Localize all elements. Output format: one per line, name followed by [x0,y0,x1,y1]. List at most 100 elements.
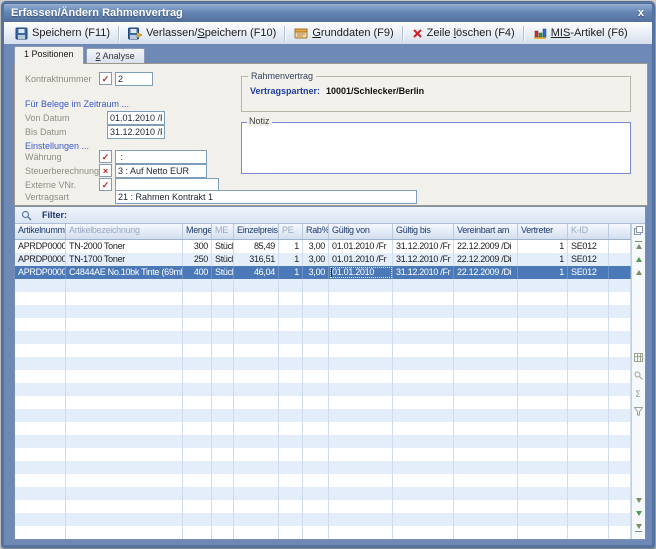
close-icon[interactable]: x [638,4,644,22]
grid-cell[interactable]: 31.12.2010 /Fr [393,253,454,266]
column-header-Gültig bis[interactable]: Gültig bis [393,224,454,239]
grid-cell[interactable]: 85,49 [234,240,279,253]
grid-cell[interactable]: Stück [212,253,234,266]
column-header-Artikelnummer[interactable]: Artikelnummer [15,224,66,239]
grid-cell[interactable] [609,240,631,253]
grid-cell [15,422,66,435]
column-header-Artikelbezeichnung[interactable]: Artikelbezeichnung [66,224,183,239]
grid-cell [303,292,329,305]
waehrung-input[interactable] [115,150,207,164]
layout-icon[interactable] [633,225,644,236]
vertragspartner-value: 10001/Schlecker/Berlin [326,86,424,96]
grid-cell [393,448,454,461]
column-header-Vertreter[interactable]: Vertreter [518,224,568,239]
grid-cell[interactable]: 3,00 [303,266,329,279]
search-icon[interactable] [21,210,32,221]
filter-funnel-icon[interactable] [633,406,644,417]
grid-cell [393,474,454,487]
grid-cell[interactable]: 1 [518,253,568,266]
grid-cell[interactable]: 1 [279,253,303,266]
grid-cell [568,279,609,292]
column-header-Menge[interactable]: Menge [183,224,212,239]
kontraktnummer-edit-check-icon[interactable]: ✓ [99,72,112,85]
grid-cell[interactable]: Stück [212,266,234,279]
steuerberechnung-input[interactable] [115,164,207,178]
externe-vnr-edit-check-icon[interactable]: ✓ [99,178,112,191]
save-and-exit-button[interactable]: Verlassen/Speichern (F10) [121,23,283,43]
mis-article-button[interactable]: MIS-Artikel (F6) [526,23,635,43]
grid-cell [15,318,66,331]
grid-cell[interactable]: 31.12.2010 /Fr [393,240,454,253]
grid-cell[interactable]: SE012 [568,253,609,266]
column-select-icon[interactable] [633,352,644,363]
column-header-Einzelpreis[interactable]: Einzelpreis [234,224,279,239]
grid-cell[interactable] [609,253,631,266]
grid-cell[interactable]: 01.01.2010 /Fr [329,253,393,266]
go-last-icon[interactable] [633,522,644,533]
vertragsart-input[interactable] [115,190,417,204]
column-header-filler[interactable] [609,224,631,239]
column-header-Vereinbart am[interactable]: Vereinbart am [454,224,518,239]
grid-cell[interactable]: 31.12.2010 /Fr [393,266,454,279]
tab-analyse[interactable]: 2 Analyse [86,48,145,64]
grid-cell [568,305,609,318]
tab-positionen[interactable]: 1 Positionen [14,46,84,64]
grid-cell[interactable]: 300 [183,240,212,253]
red-x-icon [412,28,423,39]
grid-search-icon[interactable] [633,370,644,381]
grid-cell[interactable]: 1 [279,266,303,279]
grid-cell[interactable]: APRDP00001_ [15,240,66,253]
grid-cell[interactable]: 22.12.2009 /Di [454,266,518,279]
page-up-icon[interactable] [633,254,644,265]
grid-cell[interactable]: 1 [518,240,568,253]
notiz-textarea[interactable] [241,122,631,174]
column-header-Rab%[interactable]: Rab% [303,224,329,239]
grid-cell[interactable]: 250 [183,253,212,266]
steuerberechnung-clear-icon[interactable]: × [99,164,112,177]
column-header-ME[interactable]: ME [212,224,234,239]
grid-cell[interactable]: 3,00 [303,253,329,266]
row-down-icon[interactable] [633,495,644,506]
grid-cell[interactable]: 22.12.2009 /Di [454,253,518,266]
master-data-button[interactable]: Grunddaten (F9) [287,23,400,43]
column-header-PE[interactable]: PE [279,224,303,239]
grid-cell [454,357,518,370]
grid-cell[interactable]: 22.12.2009 /Di [454,240,518,253]
grid-cell[interactable] [609,266,631,279]
column-header-K-ID[interactable]: K-ID [568,224,609,239]
waehrung-edit-check-icon[interactable]: ✓ [99,150,112,163]
grid-cell[interactable]: 400 [183,266,212,279]
grid-row[interactable]: APRDP00002TN-1700 Toner250Stück316,5113,… [15,253,631,266]
grid-cell [329,409,393,422]
grid-cell[interactable]: TN-2000 Toner [66,240,183,253]
grid-cell[interactable]: 01.01.2010 [329,266,393,279]
grid-cell[interactable]: APRDP00002 [15,253,66,266]
grid-cell[interactable]: 316,51 [234,253,279,266]
grid-cell[interactable]: C4844AE No.10bk Tinte (69ml) [66,266,183,279]
grid-row[interactable]: APRDP00001_TN-2000 Toner300Stück85,4913,… [15,240,631,253]
delete-row-button[interactable]: Zeile löschen (F4) [405,23,522,43]
grid-cell [303,526,329,539]
grid-cell[interactable]: TN-1700 Toner [66,253,183,266]
grid-cell[interactable]: SE012 [568,266,609,279]
kontraktnummer-input[interactable] [115,72,153,86]
save-button[interactable]: Speichern (F11) [8,23,117,43]
grid-cell[interactable]: APRDP00004 [15,266,66,279]
grid-cell[interactable]: SE012 [568,240,609,253]
go-first-icon[interactable] [633,240,644,251]
grid-cell[interactable]: 1 [518,266,568,279]
grid-cell[interactable]: 3,00 [303,240,329,253]
title-bar[interactable]: Erfassen/Ändern Rahmenvertrag x [4,4,652,22]
grid-cell[interactable]: 46,04 [234,266,279,279]
grid-cell[interactable]: 01.01.2010 /Fr [329,240,393,253]
grid-row[interactable]: APRDP00004C4844AE No.10bk Tinte (69ml)40… [15,266,631,279]
page-down-icon[interactable] [633,508,644,519]
bis-datum-input[interactable] [107,125,165,139]
von-datum-input[interactable] [107,111,165,125]
grid-cell[interactable]: 1 [279,240,303,253]
column-header-Gültig von[interactable]: Gültig von [329,224,393,239]
row-up-icon[interactable] [633,267,644,278]
grid-cell[interactable]: Stück [212,240,234,253]
sum-icon[interactable]: Σ [633,388,644,399]
grid-cell [15,370,66,383]
